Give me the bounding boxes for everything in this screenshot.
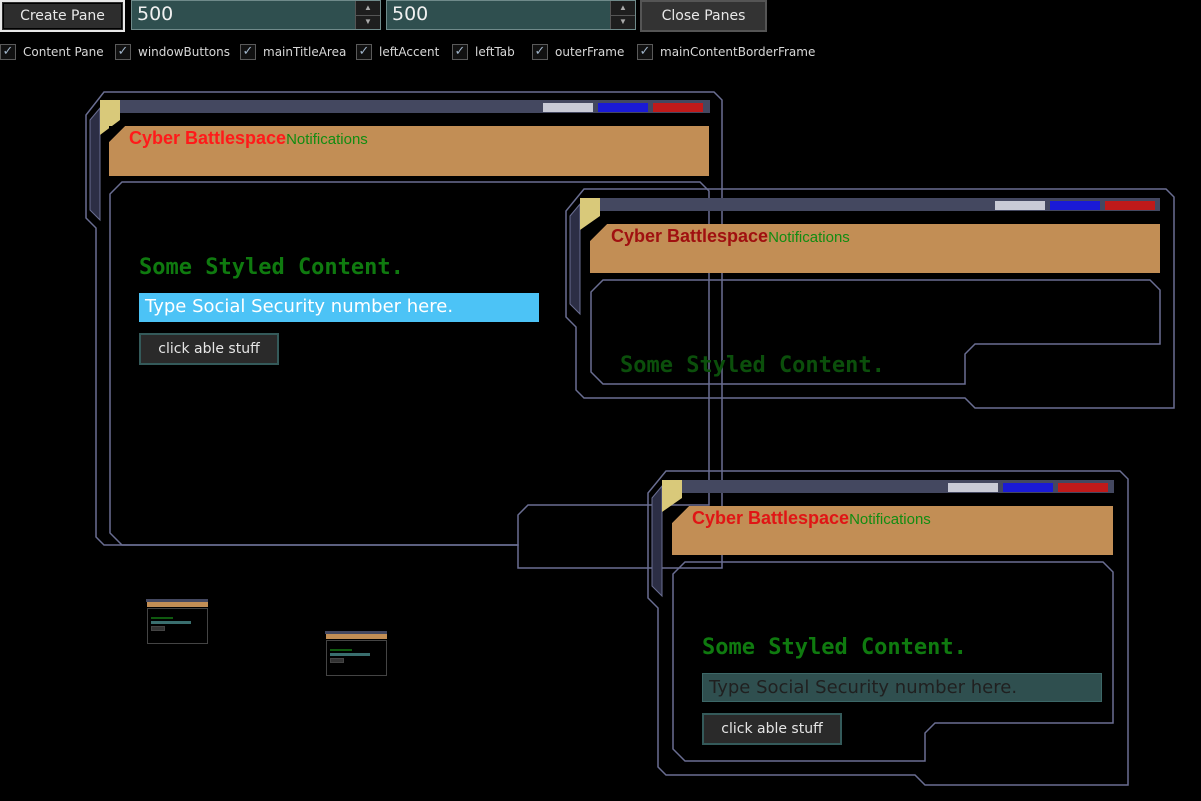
mini-button [330,658,344,663]
subtitle-label: Notifications [849,511,931,528]
mini-pane-thumbnail[interactable] [146,599,209,646]
mini-input [330,653,370,656]
window-button-maximize[interactable] [1003,483,1053,492]
window-button-minimize[interactable] [948,483,998,492]
click-able-button[interactable]: click able stuff [702,713,842,745]
mini-pane-thumbnail[interactable] [325,631,388,678]
mini-content-text [330,649,352,651]
pane-title: Cyber BattlespaceNotifications [692,508,931,529]
mini-title-bar [326,634,387,639]
title-label: Cyber Battlespace [692,508,850,528]
mini-input [151,621,191,624]
mini-content-text [151,617,173,619]
ssn-input[interactable]: Type Social Security number here. [702,673,1102,702]
window-button-close[interactable] [1058,483,1108,492]
mini-button [151,626,165,631]
styled-content-text: Some Styled Content. [702,635,967,660]
mini-title-bar [147,602,208,607]
